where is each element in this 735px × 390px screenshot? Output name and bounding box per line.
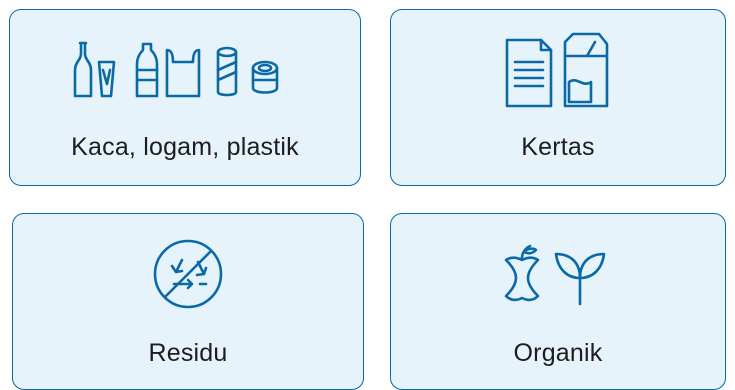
- category-card-residue[interactable]: Residu: [12, 213, 364, 390]
- can-icon: [216, 46, 238, 97]
- tin-can-icon: [251, 60, 279, 94]
- category-label: Kaca, logam, plastik: [71, 133, 299, 161]
- category-label: Kertas: [521, 133, 595, 161]
- paper-icons: [505, 32, 609, 108]
- plastic-bottle-icon: [135, 42, 159, 98]
- apple-core-icon: [504, 244, 540, 302]
- card-icons: [391, 244, 725, 306]
- category-card-glass-metal-plastic[interactable]: Kaca, logam, plastik: [9, 9, 361, 186]
- plastic-bag-icon: [165, 48, 201, 98]
- sprout-icon: [554, 252, 606, 306]
- card-icons: [391, 32, 725, 110]
- category-card-paper[interactable]: Kertas: [390, 9, 726, 186]
- glass-bottle-icon: [73, 41, 93, 98]
- organic-icons: [504, 244, 606, 306]
- category-card-organic[interactable]: Organik: [390, 213, 726, 390]
- category-label: Residu: [148, 339, 228, 367]
- glass-metal-plastic-icons: [73, 41, 279, 98]
- card-icons: [13, 238, 363, 310]
- paper-document-icon: [505, 38, 553, 108]
- cup-icon: [97, 60, 116, 98]
- category-label: Organik: [513, 339, 603, 367]
- card-icons: [10, 40, 360, 100]
- waste-category-grid: Kaca, logam, plastik Kertas Residu Organ…: [0, 0, 735, 390]
- milk-carton-icon: [563, 32, 609, 108]
- no-recycle-icon: [153, 239, 223, 309]
